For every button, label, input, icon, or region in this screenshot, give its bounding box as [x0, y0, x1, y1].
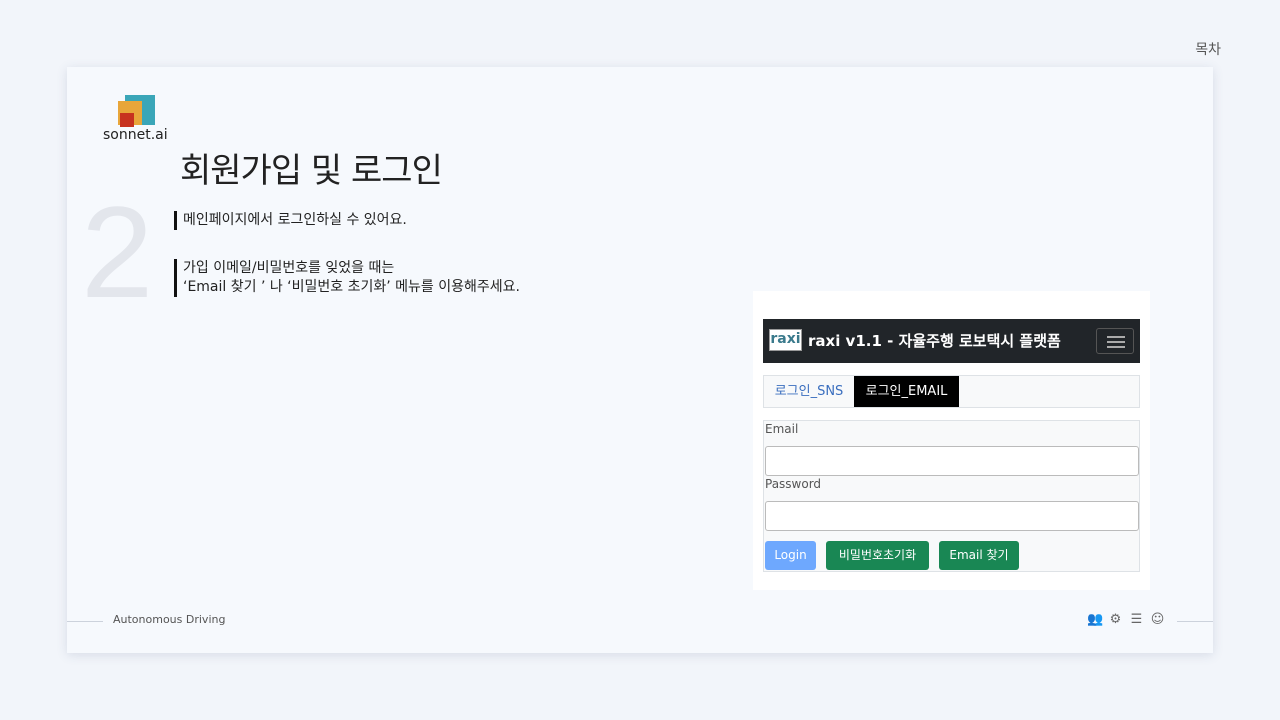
slide: sonnet.ai 회원가입 및 로그인 2 메인페이지에서 로그인하실 수 있…: [67, 67, 1213, 653]
password-label: Password: [765, 477, 822, 491]
reset-password-button[interactable]: 비밀번호초기화: [826, 541, 929, 570]
tab-login-email[interactable]: 로그인_EMAIL: [854, 376, 959, 407]
footer-divider-left: [67, 621, 103, 622]
database-icon[interactable]: ☰: [1129, 612, 1144, 627]
password-input[interactable]: [765, 501, 1139, 531]
login-tabs: 로그인_SNS 로그인_EMAIL: [763, 375, 1140, 408]
footer-text: Autonomous Driving: [113, 613, 226, 626]
users-icon[interactable]: 👥: [1087, 612, 1103, 627]
login-button[interactable]: Login: [765, 541, 816, 570]
app-navbar: raxi raxi v1.1 - 자율주행 로보택시 플랫폼: [763, 319, 1140, 363]
email-label: Email: [765, 422, 799, 436]
login-form: Email Password Login 비밀번호초기화 Email 찾기: [763, 420, 1140, 572]
description-line: 메인페이지에서 로그인하실 수 있어요.: [183, 212, 407, 228]
raxi-logo: raxi: [769, 329, 802, 351]
description-line: 가입 이메일/비밀번호를 잊었을 때는: [183, 260, 395, 276]
gear-icon[interactable]: ⚙: [1108, 612, 1123, 627]
footer-icons: 👥 ⚙ ☰ ☺: [1087, 612, 1165, 627]
page-title: 회원가입 및 로그인: [180, 151, 443, 191]
description-block-1: 메인페이지에서 로그인하실 수 있어요.: [174, 211, 407, 230]
logo-text: sonnet.ai: [103, 127, 168, 143]
email-input[interactable]: [765, 446, 1139, 476]
user-circle-icon[interactable]: ☺: [1150, 612, 1165, 627]
app-title: raxi v1.1 - 자율주행 로보택시 플랫폼: [808, 332, 1061, 350]
description-line: ‘Email 찾기 ’ 나 ‘비밀번호 초기화’ 메뉴를 이용해주세요.: [183, 279, 520, 295]
tab-login-sns[interactable]: 로그인_SNS: [764, 376, 854, 407]
footer-divider-right: [1177, 621, 1213, 622]
hamburger-menu-icon[interactable]: [1096, 328, 1134, 354]
description-block-2: 가입 이메일/비밀번호를 잊었을 때는 ‘Email 찾기 ’ 나 ‘비밀번호 …: [174, 259, 520, 297]
login-screenshot: raxi raxi v1.1 - 자율주행 로보택시 플랫폼 로그인_SNS 로…: [753, 291, 1150, 590]
find-email-button[interactable]: Email 찾기: [939, 541, 1019, 570]
toc-link[interactable]: 목차: [1195, 39, 1221, 59]
section-number: 2: [81, 179, 154, 325]
